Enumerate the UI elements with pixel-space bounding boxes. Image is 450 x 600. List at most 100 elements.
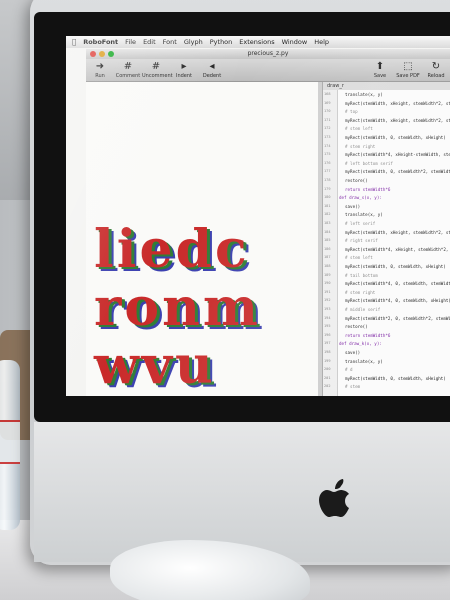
code-line: # stem left: [345, 126, 373, 132]
line-number: 181: [324, 203, 331, 208]
save-button[interactable]: ⬆ Save: [366, 61, 394, 79]
reload-label: Reload: [427, 73, 445, 79]
code-line: myRect(stemWidth, 0, stemWidth*2, stemWi…: [345, 169, 450, 175]
window-controls: [90, 51, 114, 57]
line-number: 176: [324, 160, 331, 165]
code-line: # d: [345, 367, 353, 373]
code-line: myRect(stemWidth*4, 0, stemWidth, stemWi…: [345, 281, 450, 287]
glyph-row-1: liedc: [94, 219, 250, 280]
code-line: myRect(stemWidth*2, 0, stemWidth*2, stem…: [345, 315, 450, 321]
save-label: Save: [373, 73, 387, 79]
menu-window[interactable]: Window: [282, 38, 308, 46]
line-number: 173: [324, 135, 331, 139]
minimize-button[interactable]: [99, 51, 105, 57]
line-number: 193: [324, 307, 331, 311]
line-number: 185: [324, 238, 331, 243]
code-line: restore(): [345, 178, 368, 183]
line-number: 194: [324, 315, 331, 320]
code-line: save(): [345, 350, 361, 355]
menu-glyph[interactable]: Glyph: [184, 38, 203, 46]
code-line: myRect(stemWidth, xHeight, stemWidth*2, …: [345, 229, 450, 235]
line-number: 195: [324, 324, 331, 329]
line-number: 187: [324, 255, 331, 260]
glyph-preview-canvas[interactable]: liedc ronm wvu: [86, 82, 318, 396]
window-titlebar[interactable]: precious_z.py: [86, 49, 450, 59]
line-number: 177: [324, 169, 331, 174]
uncomment-label: Uncomment: [142, 73, 173, 79]
line-number: 180: [324, 195, 331, 200]
code-line: myRect(stemWidth*4, xHeight-stemWidth, s…: [345, 152, 450, 158]
code-line: save(): [345, 203, 361, 209]
code-line: myRect(stemWidth, xHeight, stemWidth*2, …: [345, 100, 450, 106]
comment-button[interactable]: # Comment: [114, 61, 142, 79]
code-tab[interactable]: draw_r: [323, 82, 450, 90]
glyph-row-2: ronm: [94, 277, 261, 338]
menu-help[interactable]: Help: [314, 38, 329, 46]
line-number: 200: [324, 367, 331, 372]
code-line: # left bottom serif: [345, 160, 393, 166]
run-button[interactable]: ➜ Run: [86, 61, 114, 79]
apple-menu-icon[interactable]: : [72, 38, 76, 46]
menu-font[interactable]: Font: [163, 38, 177, 46]
hash-icon: #: [123, 61, 133, 72]
toolbar: ➜ Run # Comment # Uncomment ▸ Indent ◂ Dedent…: [86, 59, 450, 82]
menu-extensions[interactable]: Extensions: [239, 38, 274, 46]
water-bottle: [0, 360, 20, 530]
save-icon: ⬆: [375, 61, 385, 72]
code-line: restore(): [345, 324, 368, 330]
window-title: precious_z.py: [247, 50, 289, 57]
line-number: 192: [324, 298, 331, 303]
apple-logo-icon: [319, 479, 349, 517]
menu-bar:  RoboFont File Edit Font Glyph Python E…: [66, 36, 450, 48]
code-line: def draw_s(x, y):: [339, 195, 382, 201]
save-pdf-button[interactable]: ⬚ Save PDF: [394, 61, 422, 79]
reload-icon: ↻: [431, 61, 441, 72]
menu-python[interactable]: Python: [210, 38, 233, 46]
close-button[interactable]: [90, 51, 96, 57]
code-line: # top: [345, 109, 358, 115]
line-number: 182: [324, 212, 331, 217]
bottle-label: [0, 420, 20, 464]
run-label: Run: [95, 73, 105, 79]
line-number: 191: [324, 289, 331, 294]
code-line: return stemWidth*6: [345, 332, 391, 338]
uncomment-icon: #: [151, 61, 161, 72]
code-line: # left serif: [345, 221, 376, 226]
save-pdf-label: Save PDF: [396, 73, 420, 79]
line-number: 201: [324, 375, 331, 380]
code-line: translate(x, y): [345, 212, 383, 218]
dedent-button[interactable]: ◂ Dedent: [198, 61, 226, 79]
uncomment-button[interactable]: # Uncomment: [142, 61, 173, 79]
glyph-row-3: wvu: [94, 335, 216, 396]
line-number: 178: [324, 178, 331, 182]
line-number-gutter: 168 169 170 171 172 173 174 175 176 177 178 179 180 1…: [323, 90, 338, 396]
code-line: return stemWidth*6: [345, 186, 391, 192]
zoom-button[interactable]: [108, 51, 114, 57]
code-line: # stem right: [345, 143, 376, 149]
line-number: 190: [324, 281, 331, 286]
code-line: myRect(stemWidth, 0, stemWidth, xHeight): [345, 135, 446, 140]
code-editor[interactable]: draw_r 168 169 170 171 172 173 174 175 176 177 178…: [322, 82, 450, 396]
code-line: myRect(stemWidth*4, 0, stemWidth, xHeigh…: [345, 298, 450, 304]
reload-button[interactable]: ↻ Reload: [422, 61, 450, 79]
code-line: myRect(stemWidth, 0, stemWidth, xHeight): [345, 264, 446, 269]
menu-app-name[interactable]: RoboFont: [83, 38, 118, 46]
code-line: translate(x, y): [345, 358, 383, 364]
imac-chin: [34, 422, 450, 562]
code-line: myRect(stemWidth, xHeight, stemWidth*2, …: [345, 117, 450, 123]
line-number: 175: [324, 152, 331, 157]
indent-button[interactable]: ▸ Indent: [170, 61, 198, 79]
dedent-label: Dedent: [202, 73, 222, 79]
line-number: 172: [324, 126, 331, 131]
line-number: 179: [324, 186, 331, 191]
menu-edit[interactable]: Edit: [143, 38, 156, 46]
code-line: myRect(stemWidth*4, xHeight, stemWidth*2…: [345, 246, 450, 252]
arrow-icon: ➜: [95, 61, 105, 72]
indent-icon: ▸: [181, 61, 187, 72]
menu-file[interactable]: File: [125, 38, 136, 46]
line-number: 189: [324, 272, 331, 277]
code-line: # stem right: [345, 289, 376, 295]
line-number: 170: [324, 109, 331, 114]
code-line: def draw_k(x, y):: [339, 341, 382, 347]
line-number: 184: [324, 229, 331, 234]
